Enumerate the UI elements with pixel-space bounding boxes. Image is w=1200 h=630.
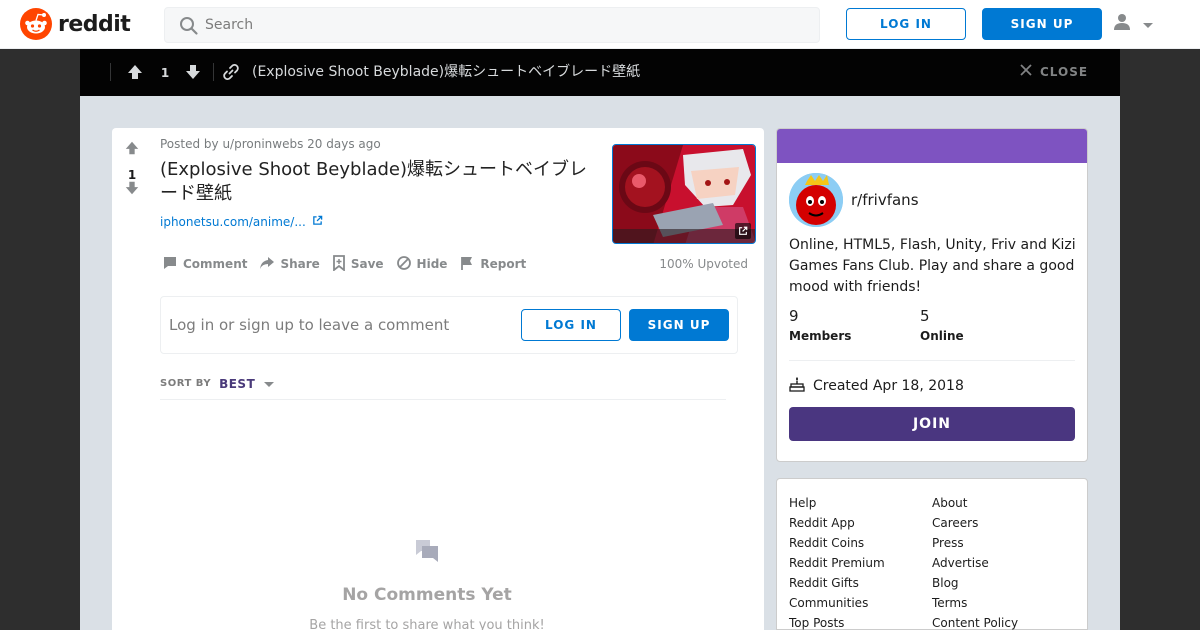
close-label: CLOSE <box>1040 65 1089 79</box>
cake-icon <box>789 376 805 396</box>
search-icon <box>179 16 199 40</box>
reddit-snoo-icon <box>20 8 52 40</box>
post-title[interactable]: (Explosive Shoot Beyblade)爆転シュートベイブレード壁紙 <box>160 158 600 206</box>
comments-icon <box>414 538 440 568</box>
search-input[interactable] <box>205 8 805 42</box>
footer-link[interactable]: Reddit Premium <box>789 553 885 573</box>
close-icon <box>1020 63 1032 81</box>
footer-link[interactable]: Reddit App <box>789 513 885 533</box>
sort-dropdown[interactable]: SORT BY BEST <box>160 374 275 393</box>
divider <box>213 63 214 81</box>
members-stat: 9 Members <box>789 307 851 343</box>
community-avatar[interactable] <box>789 173 843 227</box>
hide-button[interactable]: Hide <box>394 255 454 273</box>
join-button[interactable]: JOIN <box>789 407 1075 441</box>
link-icon <box>222 63 240 85</box>
footer-link[interactable]: Top Posts <box>789 613 885 630</box>
footer-link[interactable]: Careers <box>932 513 1018 533</box>
comment-login-button[interactable]: LOG IN <box>521 309 621 341</box>
flag-icon <box>459 255 475 274</box>
upvote-arrow-icon[interactable] <box>126 63 144 85</box>
search-bar[interactable] <box>164 7 820 43</box>
share-icon <box>259 255 275 274</box>
share-label: Share <box>280 257 320 271</box>
post-bar-title: (Explosive Shoot Beyblade)爆転シュートベイブレード壁紙 <box>252 64 641 80</box>
post-card: 1 Posted by u/proninwebs 20 days ago (Ex… <box>112 128 764 630</box>
sort-value: BEST <box>219 376 256 391</box>
footer-links-left: Help Reddit App Reddit Coins Reddit Prem… <box>789 493 885 630</box>
members-label: Members <box>789 329 852 343</box>
hide-icon <box>396 255 412 274</box>
footer-link[interactable]: Communities <box>789 593 885 613</box>
footer-link[interactable]: Terms <box>932 593 1018 613</box>
footer-link[interactable]: Reddit Gifts <box>789 573 885 593</box>
footer-link[interactable]: Advertise <box>932 553 1018 573</box>
reddit-logo[interactable]: reddit <box>20 8 131 40</box>
report-button[interactable]: Report <box>457 255 532 273</box>
community-card: r/frivfans Online, HTML5, Flash, Unity, … <box>776 128 1088 462</box>
user-dropdown[interactable] <box>1112 12 1162 36</box>
no-comments-subtitle: Be the first to share what you think! <box>309 618 545 630</box>
comment-login-box: Log in or sign up to leave a comment LOG… <box>160 296 738 354</box>
downvote-arrow-icon[interactable] <box>184 63 202 85</box>
created-date: Created Apr 18, 2018 <box>813 378 964 394</box>
community-banner <box>777 129 1087 163</box>
online-count: 5 <box>920 307 930 325</box>
reddit-wordmark: reddit <box>58 11 131 37</box>
external-link-icon <box>312 215 323 229</box>
header-signup-button[interactable]: SIGN UP <box>982 8 1102 40</box>
footer-link[interactable]: Content Policy <box>932 613 1018 630</box>
divider <box>160 399 726 400</box>
footer-link[interactable]: Reddit Coins <box>789 533 885 553</box>
divider <box>110 63 111 81</box>
hide-label: Hide <box>416 257 448 271</box>
community-name[interactable]: r/frivfans <box>851 191 919 209</box>
save-button[interactable]: Save <box>330 254 390 274</box>
post-score: 1 <box>160 66 170 80</box>
top-header: reddit LOG IN SIGN UP <box>0 0 1200 49</box>
comment-login-prompt: Log in or sign up to leave a comment <box>169 316 450 334</box>
chevron-down-icon <box>1142 15 1154 34</box>
community-avatar-image <box>789 173 843 227</box>
footer-link[interactable]: About <box>932 493 1018 513</box>
header-login-button[interactable]: LOG IN <box>846 8 966 40</box>
sort-label: SORT BY <box>160 378 212 389</box>
post-meta: Posted by u/proninwebs 20 days ago <box>160 137 381 151</box>
footer-link[interactable]: Press <box>932 533 1018 553</box>
community-created: Created Apr 18, 2018 <box>789 376 964 396</box>
online-stat: 5 Online <box>920 307 964 343</box>
comment-icon <box>162 255 178 274</box>
divider <box>789 360 1075 361</box>
footer-link[interactable]: Blog <box>932 573 1018 593</box>
post-link-text: iphonetsu.com/anime/... <box>160 215 306 229</box>
post-actions: Comment Share Save Hide Report <box>160 254 536 274</box>
footer-link[interactable]: Help <box>789 493 885 513</box>
upvote-ratio: 100% Upvoted <box>659 257 748 271</box>
bookmark-icon <box>332 254 346 274</box>
close-button[interactable]: CLOSE <box>1020 63 1088 81</box>
community-description: Online, HTML5, Flash, Unity, Friv and Ki… <box>789 237 1076 295</box>
no-comments-title: No Comments Yet <box>342 585 512 605</box>
downvote-arrow-icon[interactable] <box>124 180 140 200</box>
post-external-link[interactable]: iphonetsu.com/anime/... <box>160 215 323 229</box>
comment-signup-button[interactable]: SIGN UP <box>629 309 729 341</box>
footer-links-right: About Careers Press Advertise Blog Terms… <box>932 493 1018 630</box>
members-count: 9 <box>789 307 799 325</box>
comment-label: Comment <box>183 257 248 271</box>
save-label: Save <box>350 257 384 271</box>
comment-button[interactable]: Comment <box>160 255 253 273</box>
share-button[interactable]: Share <box>257 255 325 273</box>
external-link-icon <box>735 223 751 239</box>
post-top-bar: 1 (Explosive Shoot Beyblade)爆転シュートベイブレード… <box>80 49 1120 96</box>
post-thumbnail[interactable] <box>612 144 756 244</box>
online-label: Online <box>920 329 964 343</box>
user-icon <box>1112 12 1132 36</box>
report-label: Report <box>480 257 527 271</box>
upvote-arrow-icon[interactable] <box>124 140 140 160</box>
chevron-down-icon <box>263 374 275 393</box>
footer-links-card: Help Reddit App Reddit Coins Reddit Prem… <box>776 478 1088 630</box>
